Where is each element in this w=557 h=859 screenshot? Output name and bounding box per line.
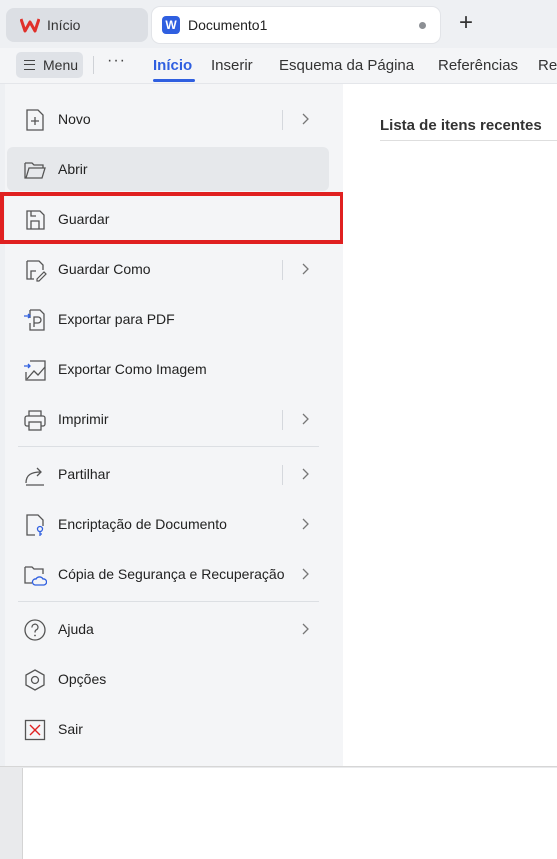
chevron-right-icon[interactable] (297, 411, 313, 427)
document-tab[interactable]: W Documento1 (152, 7, 440, 43)
tab-rever[interactable]: Rev (538, 57, 557, 74)
menu-item-guardar[interactable]: Guardar (7, 197, 329, 241)
menu-item-exportar-imagem[interactable]: Exportar Como Imagem (7, 347, 329, 391)
recent-items-title: Lista de itens recentes (380, 117, 542, 134)
menu-item-label: Exportar para PDF (58, 311, 175, 327)
submenu-divider (282, 465, 283, 485)
hamburger-icon (24, 60, 35, 70)
file-menu-panel: Novo Abrir Guardar Guardar Como Exportar… (5, 84, 343, 766)
menu-divider (18, 601, 319, 602)
menu-item-imprimir[interactable]: Imprimir (7, 397, 329, 441)
menu-item-label: Sair (58, 721, 83, 737)
new-tab-button[interactable]: + (452, 10, 480, 38)
export-image-icon (24, 360, 46, 381)
chevron-right-icon[interactable] (297, 261, 313, 277)
menu-item-partilhar[interactable]: Partilhar (7, 452, 329, 496)
chevron-right-icon[interactable] (297, 566, 313, 582)
chevron-right-icon[interactable] (297, 466, 313, 482)
unsaved-indicator-icon[interactable] (419, 22, 426, 29)
menu-item-label: Cópia de Segurança e Recuperação (58, 566, 285, 582)
chevron-right-icon[interactable] (297, 621, 313, 637)
export-pdf-icon (24, 309, 45, 331)
chevron-right-icon[interactable] (297, 111, 313, 127)
printer-icon (24, 410, 46, 431)
menu-item-label: Encriptação de Documento (58, 516, 227, 532)
tab-inserir[interactable]: Inserir (211, 57, 253, 74)
save-as-icon (26, 260, 47, 282)
recent-items-divider (380, 140, 557, 141)
menu-item-sair[interactable]: Sair (7, 707, 329, 751)
writer-doc-icon: W (162, 16, 180, 34)
tab-inicio[interactable]: Início (153, 57, 192, 74)
document-page[interactable] (22, 768, 557, 859)
document-divider (0, 766, 557, 767)
menu-item-guardar-como[interactable]: Guardar Como (7, 247, 329, 291)
menu-item-label: Ajuda (58, 621, 94, 637)
recent-items-panel: Lista de itens recentes (343, 84, 557, 766)
chevron-right-icon[interactable] (297, 516, 313, 532)
wps-logo-icon (20, 18, 40, 33)
menu-item-ajuda[interactable]: Ajuda (7, 607, 329, 651)
home-tab[interactable]: Início (6, 8, 148, 42)
menu-item-copia-seguranca[interactable]: Cópia de Segurança e Recuperação (7, 552, 329, 596)
menu-item-label: Exportar Como Imagem (58, 361, 207, 377)
menu-item-label: Novo (58, 111, 91, 127)
document-tab-label: Documento1 (188, 17, 268, 33)
menu-item-label: Partilhar (58, 466, 111, 482)
folder-open-icon (24, 162, 46, 179)
menu-item-opcoes[interactable]: Opções (7, 657, 329, 701)
menu-item-abrir[interactable]: Abrir (7, 147, 329, 191)
submenu-divider (282, 410, 283, 430)
save-icon (26, 210, 45, 230)
menu-item-label: Guardar Como (58, 261, 151, 277)
ribbon-divider (93, 56, 94, 74)
menu-item-label: Guardar (58, 211, 110, 227)
submenu-divider (282, 260, 283, 280)
new-file-icon (26, 109, 44, 131)
encrypt-document-icon (26, 514, 44, 536)
menu-button[interactable]: Menu (16, 52, 83, 78)
menu-item-novo[interactable]: Novo (7, 97, 329, 141)
tab-esquema-da-pagina[interactable]: Esquema da Página (279, 57, 414, 74)
home-tab-label: Início (47, 17, 81, 33)
more-options-icon[interactable]: ··· (107, 52, 126, 70)
menu-item-label: Imprimir (58, 411, 109, 427)
options-icon (25, 669, 45, 691)
backup-cloud-icon (24, 566, 47, 586)
menu-button-label: Menu (43, 57, 79, 73)
ribbon: Menu ··· Início Inserir Esquema da Págin… (0, 48, 557, 84)
submenu-divider (282, 110, 283, 130)
menu-item-label: Opções (58, 671, 107, 687)
menu-item-label: Abrir (58, 161, 88, 177)
menu-item-exportar-pdf[interactable]: Exportar para PDF (7, 297, 329, 341)
menu-item-encriptacao[interactable]: Encriptação de Documento (7, 502, 329, 546)
exit-icon (24, 719, 46, 741)
help-icon (24, 619, 46, 641)
tab-referencias[interactable]: Referências (438, 57, 518, 74)
share-icon (25, 467, 44, 486)
active-tab-indicator (153, 79, 195, 82)
menu-divider (18, 446, 319, 447)
tab-bar: Início W Documento1 + (0, 0, 557, 48)
